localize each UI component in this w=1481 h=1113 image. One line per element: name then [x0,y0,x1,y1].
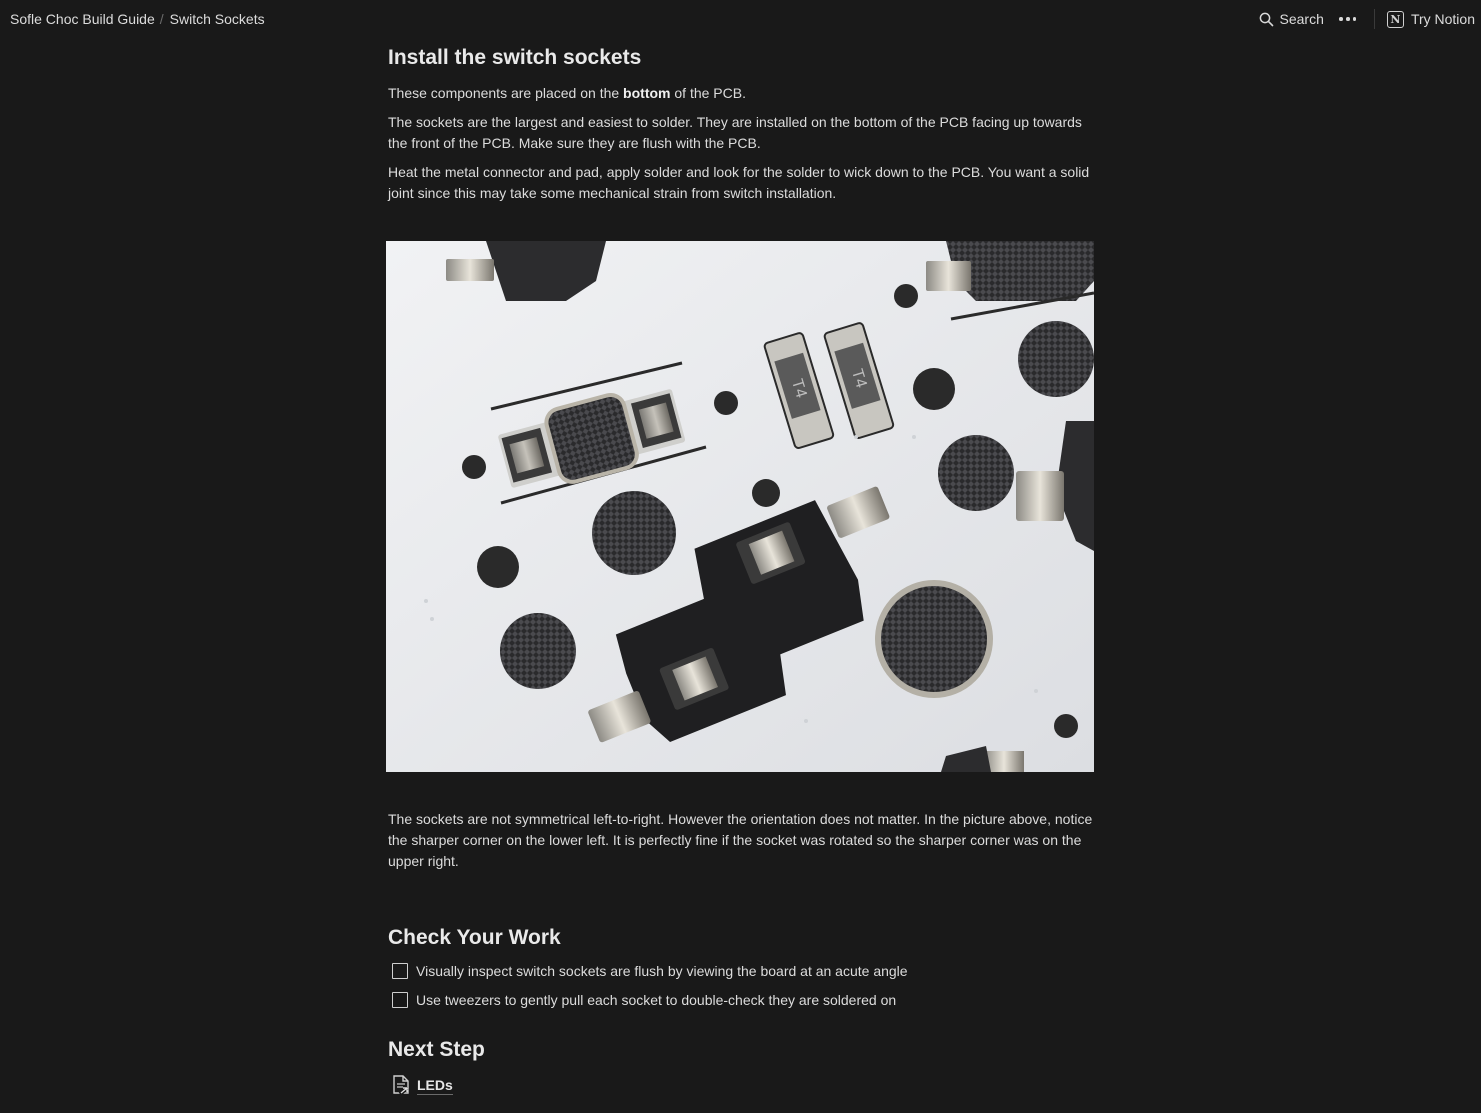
topbar-divider [1373,9,1375,29]
top-actions: Search N Try Notion [1259,9,1475,29]
search-icon [1259,12,1273,26]
more-icon [1339,17,1343,21]
paragraph-orientation: The sockets are not symmetrical left-to-… [388,811,1093,869]
breadcrumb: Sofle Choc Build Guide / Switch Sockets [10,11,265,27]
todo-label: Visually inspect switch sockets are flus… [416,963,908,979]
todo-item: Visually inspect switch sockets are flus… [392,963,908,979]
paragraph-soldering: Heat the metal connector and pad, apply … [388,164,1090,201]
page-link-icon [393,1075,409,1096]
search-label: Search [1279,11,1324,27]
breadcrumb-separator: / [159,11,164,27]
todo-label: Use tweezers to gently pull each socket … [416,992,897,1008]
next-step-link-label: LEDs [417,1076,453,1095]
search-button[interactable]: Search [1259,11,1324,27]
todo-checkbox[interactable] [392,992,408,1008]
pcb-socket-photo: T4 T4 [386,241,1094,772]
breadcrumb-item-current[interactable]: Switch Sockets [170,11,265,27]
install-heading: Install the switch sockets [388,46,642,69]
bold-bottom: bottom [623,85,671,101]
notion-logo-icon: N [1386,10,1404,28]
check-your-work-heading: Check Your Work [388,926,561,949]
try-notion-label: Try Notion [1410,11,1475,27]
top-bar: Sofle Choc Build Guide / Switch Sockets … [0,0,1481,38]
todo-checkbox[interactable] [392,963,408,979]
paragraph-placement: These components are placed on the botto… [388,85,746,101]
breadcrumb-item-guide[interactable]: Sofle Choc Build Guide [10,11,155,27]
next-step-page-link[interactable]: LEDs [390,1074,453,1096]
next-step-heading: Next Step [388,1038,485,1061]
paragraph-sockets: The sockets are the largest and easiest … [388,114,1082,151]
todo-item: Use tweezers to gently pull each socket … [392,992,896,1008]
try-notion-button[interactable]: N Try Notion [1386,10,1475,28]
more-options-button[interactable] [1338,17,1358,21]
